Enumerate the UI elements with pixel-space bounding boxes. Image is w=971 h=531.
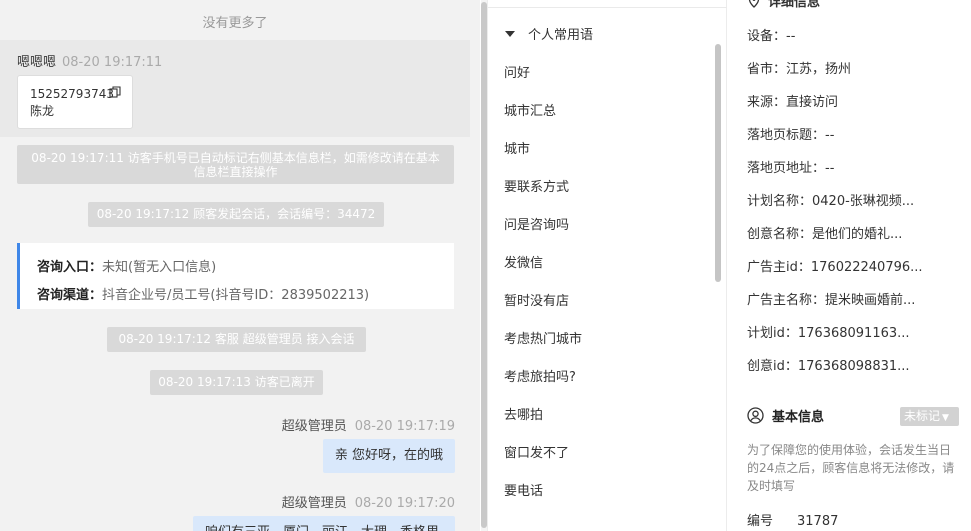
field-value: 江苏，扬州 <box>786 62 852 77</box>
field-province-city: 省市：江苏，扬州 <box>747 58 851 77</box>
agent-message-time: 08-20 19:17:19 <box>354 419 455 434</box>
field-advertiser-name: 广告主名称：提米映画婚前... <box>747 289 915 308</box>
system-message-session-start: 08-20 19:17:12 顾客发起会话，会话编号：34472 <box>88 202 384 227</box>
visitor-message-time: 08-20 19:17:11 <box>62 55 163 70</box>
phrase-item[interactable]: 发微信 <box>504 252 543 271</box>
agent-name: 超级管理员 <box>281 496 347 511</box>
field-value: -- <box>825 128 835 143</box>
phrase-item[interactable]: 问好 <box>504 62 530 81</box>
consult-channel-row: 咨询渠道：抖音企业号/员工号(抖音号ID：2839502213) <box>37 282 454 310</box>
field-creative-name: 创意名称：是他们的婚礼... <box>747 223 902 242</box>
edit-notice: 为了保障您的使用体验，会话发生当日的24点之后，顾客信息将无法修改，请及时填写 <box>747 443 955 493</box>
field-value: 是他们的婚礼... <box>812 227 903 242</box>
divider <box>488 7 728 8</box>
phrase-item[interactable]: 问是咨询吗 <box>504 214 569 233</box>
field-value: 31787 <box>797 514 839 529</box>
phrase-item[interactable]: 城市 <box>504 138 530 157</box>
agent-message-time: 08-20 19:17:20 <box>354 496 455 511</box>
field-value: 176022240796... <box>810 260 923 275</box>
consult-channel-label: 咨询渠道： <box>37 288 103 303</box>
phrase-item[interactable]: 考虑热门城市 <box>504 328 582 347</box>
consult-channel-value: 抖音企业号/员工号(抖音号ID：2839502213) <box>102 288 370 303</box>
visitor-info-panel: 详细信息 设备：-- 省市：江苏，扬州 来源：直接访问 落地页标题：-- 落地页… <box>727 0 971 531</box>
consult-entry-row: 咨询入口：未知(暂无入口信息) <box>37 254 454 282</box>
system-message-auto-tag: 08-20 19:17:11 访客手机号已自动标记右侧基本信息栏，如需修改请在基… <box>17 145 454 184</box>
field-label: 落地页地址： <box>747 161 826 176</box>
field-label: 来源： <box>747 95 787 110</box>
field-label: 计划id： <box>747 326 798 341</box>
field-creative-id: 创意id：176368098831... <box>747 355 910 374</box>
caret-down-icon: ▼ <box>942 413 949 423</box>
detail-info-title: 详细信息 <box>768 0 821 10</box>
phrase-item[interactable]: 窗口发不了 <box>504 442 569 461</box>
field-value: 提米映画婚前... <box>825 293 916 308</box>
tag-dropdown[interactable]: 未标记 ▼ <box>900 407 959 426</box>
phrase-item[interactable]: 要联系方式 <box>504 176 569 195</box>
field-number: 编号 31787 <box>747 510 838 529</box>
no-more-label: 没有更多了 <box>202 16 268 31</box>
phrases-scrollbar-thumb[interactable] <box>715 44 721 282</box>
field-value: 176368098831... <box>797 359 910 374</box>
phrase-item[interactable]: 暂时没有店 <box>504 290 569 309</box>
consult-entry-label: 咨询入口： <box>37 260 103 275</box>
contact-card: 15252793743 陈龙 <box>17 75 133 129</box>
field-value: -- <box>786 29 796 44</box>
field-landing-title: 落地页标题：-- <box>747 124 834 143</box>
field-device: 设备：-- <box>747 25 795 44</box>
phrase-group-title: 个人常用语 <box>528 28 594 43</box>
field-label: 广告主名称： <box>747 293 826 308</box>
agent-name: 超级管理员 <box>281 419 347 434</box>
contact-name: 陈龙 <box>30 104 55 118</box>
location-pin-icon <box>748 0 760 8</box>
tag-dropdown-label: 未标记 <box>904 409 941 423</box>
field-advertiser-id: 广告主id：176022240796... <box>747 256 923 275</box>
phrase-item[interactable]: 要电话 <box>504 480 543 499</box>
common-phrases-panel: 个人常用语 问好 城市汇总 城市 要联系方式 问是咨询吗 发微信 暂时没有店 考… <box>487 0 728 531</box>
field-label: 省市： <box>747 62 787 77</box>
basic-info-header: 基本信息 <box>747 406 824 425</box>
field-landing-url: 落地页地址：-- <box>747 157 834 176</box>
field-plan-name: 计划名称：0420-张琳视频... <box>747 190 914 209</box>
consult-info-card: 咨询入口：未知(暂无入口信息) 咨询渠道：抖音企业号/员工号(抖音号ID：283… <box>17 243 454 309</box>
phrase-item[interactable]: 考虑旅拍吗? <box>504 366 576 385</box>
visitor-message: 嗯嗯嗯 08-20 19:17:11 15252793743 陈龙 <box>0 40 470 137</box>
phrase-group-header[interactable]: 个人常用语 <box>505 24 593 43</box>
field-value: 直接访问 <box>786 95 839 110</box>
visitor-name: 嗯嗯嗯 <box>17 55 57 70</box>
agent-message-bubble: 亲 您好呀，在的哦 <box>322 439 455 473</box>
phrase-item[interactable]: 去哪拍 <box>504 404 543 423</box>
phrase-item[interactable]: 城市汇总 <box>504 100 556 119</box>
chat-panel: 没有更多了 嗯嗯嗯 08-20 19:17:11 15252793743 陈龙 0… <box>0 0 480 531</box>
caret-down-icon <box>505 30 515 37</box>
field-label: 创意id： <box>747 359 798 374</box>
field-value: -- <box>825 161 835 176</box>
field-plan-id: 计划id：176368091163... <box>747 322 910 341</box>
field-value: 0420-张琳视频... <box>812 194 915 209</box>
detail-info-header: 详细信息 <box>748 0 820 10</box>
field-label: 计划名称： <box>747 194 813 209</box>
agent-message-header: 超级管理员 08-20 19:17:19 <box>282 415 455 434</box>
basic-info-title: 基本信息 <box>772 410 825 425</box>
copy-icon[interactable] <box>109 86 121 98</box>
agent-message-bubble: 咱们有三亚、厦门、丽江、大理、香格里 <box>193 516 455 531</box>
agent-message-header: 超级管理员 08-20 19:17:20 <box>282 492 455 511</box>
field-label: 编号 <box>747 514 774 529</box>
system-message-agent-joined: 08-20 19:17:12 客服 超级管理员 接入会话 <box>107 327 366 352</box>
field-label: 创意名称： <box>747 227 813 242</box>
field-value: 176368091163... <box>797 326 910 341</box>
field-source: 来源：直接访问 <box>747 91 838 110</box>
field-label: 设备： <box>747 29 787 44</box>
field-label: 落地页标题： <box>747 128 826 143</box>
field-label: 广告主id： <box>747 260 811 275</box>
visitor-message-header: 嗯嗯嗯 08-20 19:17:11 <box>17 51 162 70</box>
consult-entry-value: 未知(暂无入口信息) <box>102 260 217 275</box>
user-icon <box>747 407 764 424</box>
system-message-visitor-left: 08-20 19:17:13 访客已离开 <box>150 370 323 395</box>
